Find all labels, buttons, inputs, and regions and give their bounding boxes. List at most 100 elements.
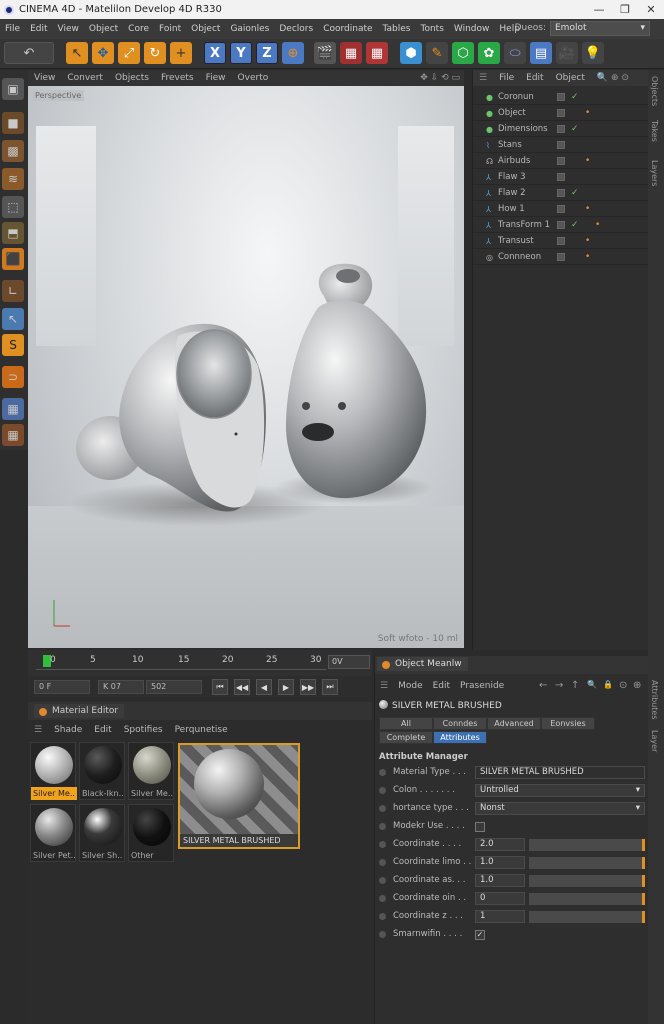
modekr-use-checkbox[interactable] bbox=[475, 822, 485, 832]
menu-gaionles[interactable]: Gaionles bbox=[225, 24, 274, 34]
tag-icon[interactable]: • bbox=[585, 236, 590, 246]
menu-object[interactable]: Object bbox=[84, 24, 123, 34]
coordinate-oin-input[interactable]: 0 bbox=[475, 892, 525, 905]
object-row[interactable]: ● Object • bbox=[473, 106, 649, 121]
menu-edit[interactable]: Edit bbox=[25, 24, 52, 34]
y-axis-icon[interactable]: Y bbox=[230, 42, 252, 64]
side-tab-objects[interactable]: Objects bbox=[650, 76, 659, 106]
smarnwifin-checkbox[interactable]: ✓ bbox=[475, 930, 485, 940]
am-menu-prasenide[interactable]: Prasenide bbox=[455, 681, 509, 691]
deformer-icon[interactable]: ⬭ bbox=[504, 42, 526, 64]
polygons-icon[interactable]: ⬛ bbox=[2, 248, 24, 270]
viewport-menu-convert[interactable]: Convert bbox=[61, 73, 109, 83]
object-row[interactable]: ⅄ TransForm 1 ✓ • bbox=[473, 218, 649, 233]
me-menu-edit[interactable]: Edit bbox=[88, 725, 117, 735]
visibility-checkbox[interactable] bbox=[557, 125, 565, 133]
animate-dot-icon[interactable] bbox=[379, 859, 386, 866]
timeline-ruler[interactable]: 0 5 10 15 20 25 30 bbox=[36, 652, 326, 670]
grid-icon[interactable]: ▦ bbox=[2, 398, 24, 420]
side-tab-attributes[interactable]: Attributes bbox=[650, 680, 659, 720]
visibility-checkbox[interactable] bbox=[557, 157, 565, 165]
visibility-checkbox[interactable] bbox=[557, 221, 565, 229]
tag-icon[interactable]: • bbox=[585, 204, 590, 214]
color-dropdown[interactable]: Untrolled bbox=[475, 784, 645, 797]
om-menu-edit[interactable]: Edit bbox=[520, 73, 549, 83]
visibility-checkbox[interactable] bbox=[557, 189, 565, 197]
drag-handle-icon[interactable]: ☰ bbox=[28, 725, 48, 735]
material-swatch[interactable]: Other bbox=[128, 804, 174, 862]
material-swatch[interactable]: Silver Pet.. bbox=[30, 804, 76, 862]
object-row[interactable]: ⅄ Flaw 2 ✓ bbox=[473, 186, 649, 201]
tab-attributes[interactable]: Attributes bbox=[433, 731, 487, 744]
tag-icon[interactable]: • bbox=[585, 156, 590, 166]
select-icon[interactable]: ↖ bbox=[66, 42, 88, 64]
coordinate-slider[interactable] bbox=[529, 839, 645, 851]
object-row[interactable]: ⅄ Transust • bbox=[473, 234, 649, 249]
axis-icon[interactable]: ∟ bbox=[2, 280, 24, 302]
tag-icon[interactable]: • bbox=[585, 108, 590, 118]
drag-handle-icon[interactable]: ☰ bbox=[473, 73, 493, 83]
light-icon[interactable]: 💡 bbox=[582, 42, 604, 64]
drag-handle-icon[interactable]: ☰ bbox=[375, 681, 393, 691]
previous-frame-icon[interactable]: ◀ bbox=[256, 679, 272, 695]
animate-dot-icon[interactable] bbox=[379, 787, 386, 794]
object-row[interactable]: ◎ Connneon • bbox=[473, 250, 649, 265]
viewport-menu-view[interactable]: View bbox=[28, 73, 61, 83]
timeline[interactable]: 0 5 10 15 20 25 30 0V bbox=[28, 650, 372, 676]
coordinate-limo-input[interactable]: 1.0 bbox=[475, 856, 525, 869]
animate-dot-icon[interactable] bbox=[379, 805, 386, 812]
menu-tonts[interactable]: Tonts bbox=[416, 24, 449, 34]
clapper-icon[interactable]: 🎬 bbox=[314, 42, 336, 64]
side-tab-layers[interactable]: Layers bbox=[650, 160, 659, 186]
3d-viewport[interactable]: Perspective Soft wfoto - 10 ml bbox=[28, 86, 464, 648]
material-editor-tab[interactable]: Material Editor bbox=[34, 704, 125, 718]
subdivision-icon[interactable]: ⬡ bbox=[452, 42, 474, 64]
menu-window[interactable]: Window bbox=[449, 24, 495, 34]
points-icon[interactable]: ⬚ bbox=[2, 196, 24, 218]
visibility-checkbox[interactable] bbox=[557, 173, 565, 181]
enabled-tick-icon[interactable]: ✓ bbox=[571, 92, 579, 102]
instance-type-dropdown[interactable]: Nonst bbox=[475, 802, 645, 815]
object-row[interactable]: ● Dimensions ✓ bbox=[473, 122, 649, 137]
side-tab-takes[interactable]: Takes bbox=[650, 120, 659, 142]
attribute-manager-tab[interactable]: Object Meanlw bbox=[377, 657, 468, 671]
add-icon[interactable]: + bbox=[170, 42, 192, 64]
tab-all[interactable]: All bbox=[379, 717, 433, 730]
tab-complete[interactable]: Complete bbox=[379, 731, 433, 744]
rotate-icon[interactable]: ↻ bbox=[144, 42, 166, 64]
viewport-menu-objects[interactable]: Objects bbox=[109, 73, 155, 83]
material-type-field[interactable]: SILVER METAL BRUSHED bbox=[475, 766, 645, 779]
up-arrow-icon[interactable]: ↑ bbox=[571, 680, 579, 691]
tab-conndes[interactable]: Conndes bbox=[433, 717, 487, 730]
end-frame-field[interactable]: 502 bbox=[146, 680, 202, 694]
start-frame-field[interactable]: 0 F bbox=[34, 680, 90, 694]
camera-icon[interactable]: 🎥 bbox=[556, 42, 578, 64]
layout-select[interactable]: Emolot bbox=[550, 21, 650, 36]
undo-icon[interactable]: ↶ bbox=[4, 42, 54, 64]
menu-view[interactable]: View bbox=[53, 24, 84, 34]
viewport-menu-overto[interactable]: Overto bbox=[232, 73, 275, 83]
workplane-icon[interactable]: ≋ bbox=[2, 168, 24, 190]
om-menu-object[interactable]: Object bbox=[550, 73, 591, 83]
visibility-checkbox[interactable] bbox=[557, 205, 565, 213]
tab-eonvsies[interactable]: Eonvsies bbox=[541, 717, 595, 730]
animate-dot-icon[interactable] bbox=[379, 841, 386, 848]
x-axis-icon[interactable]: X bbox=[204, 42, 226, 64]
material-swatch[interactable]: Silver Me.. bbox=[30, 742, 77, 800]
am-menu-edit[interactable]: Edit bbox=[428, 681, 455, 691]
animate-dot-icon[interactable] bbox=[379, 877, 386, 884]
om-search-icon[interactable]: 🔍 ⊕ ⊙ bbox=[591, 73, 635, 83]
visibility-checkbox[interactable] bbox=[557, 109, 565, 117]
play-icon[interactable]: ▶ bbox=[278, 679, 294, 695]
object-row[interactable]: ⌇ Stans bbox=[473, 138, 649, 153]
go-to-end-icon[interactable]: ⏭ bbox=[322, 679, 338, 695]
tag-icon[interactable]: • bbox=[585, 252, 590, 262]
object-row[interactable]: ☊ Airbuds • bbox=[473, 154, 649, 169]
render-settings-icon[interactable]: ▦ bbox=[340, 42, 362, 64]
coordinate-as-input[interactable]: 1.0 bbox=[475, 874, 525, 887]
animate-dot-icon[interactable] bbox=[379, 769, 386, 776]
floor-icon[interactable]: ▤ bbox=[530, 42, 552, 64]
cube-icon[interactable]: ⬢ bbox=[400, 42, 422, 64]
tab-advanced[interactable]: Advanced bbox=[487, 717, 541, 730]
animate-dot-icon[interactable] bbox=[379, 913, 386, 920]
